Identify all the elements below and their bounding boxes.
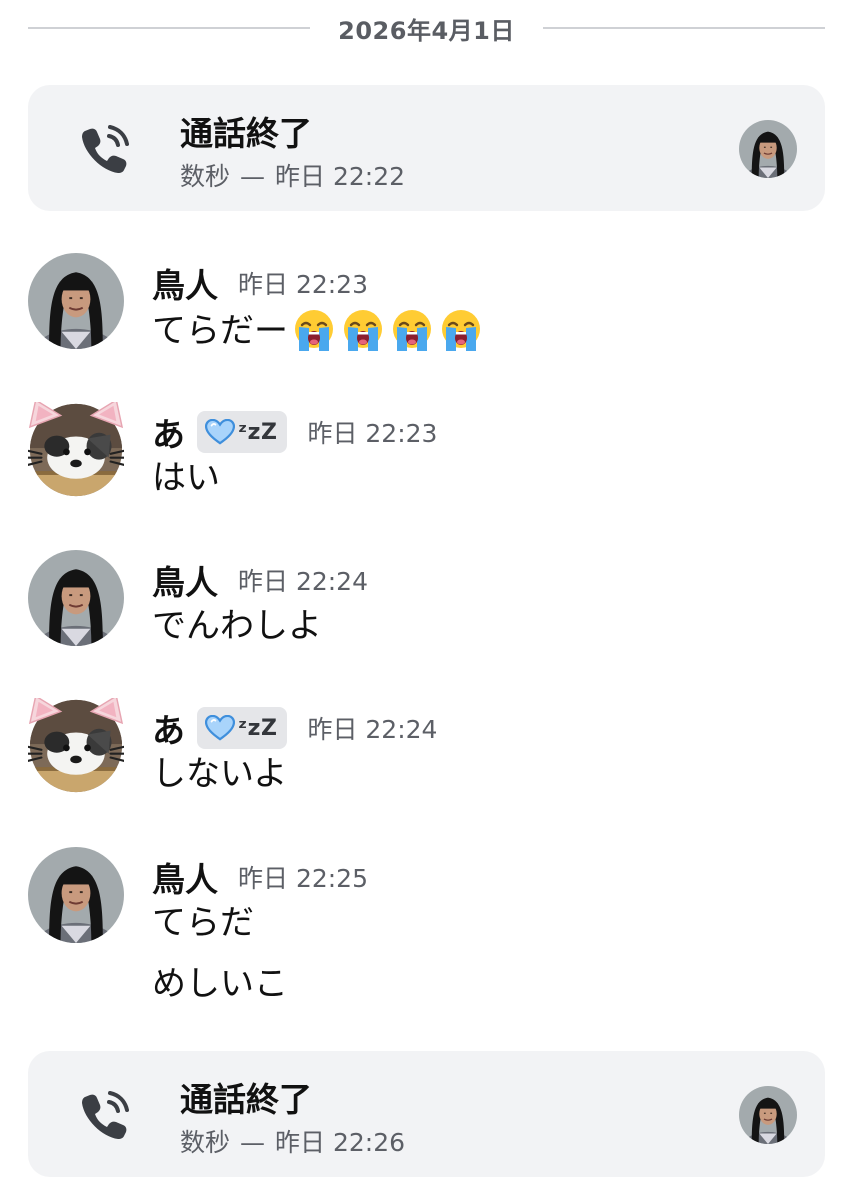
blue-heart-icon (205, 715, 235, 741)
message-group: 鳥人 昨日 22:25 てらだ めしいこ (0, 847, 853, 1017)
call-separator: — (240, 162, 266, 191)
message-line: でんわしよ (152, 606, 322, 646)
call-ended-card[interactable]: 通話終了 数秒 — 昨日 22:22 (28, 85, 825, 211)
message-line: しないよ (152, 754, 288, 794)
message-text: てらだー (152, 307, 486, 355)
message-timestamp: 昨日 22:23 (238, 270, 368, 299)
date-label: 2026年4月1日 (338, 16, 515, 45)
call-title: 通話終了 (180, 114, 312, 153)
call-separator: — (240, 1128, 266, 1157)
message-line: てらだ (152, 903, 254, 943)
message-group: あ ᶻzZ 昨日 22:23 はい (0, 402, 853, 502)
status-badge: ᶻzZ (197, 411, 288, 453)
message-header: 鳥人 昨日 22:23 (152, 259, 368, 307)
chat-log: 2026年4月1日 通話終了 数秒 — 昨日 22:22 鳥人 昨日 22:23 て… (0, 0, 853, 1200)
divider-line-right (542, 27, 826, 29)
status-badge: ᶻzZ (197, 707, 288, 749)
message-header: 鳥人 昨日 22:24 (152, 556, 368, 604)
author-name[interactable]: 鳥人 (152, 259, 218, 307)
message-text: でんわしよ (152, 604, 322, 648)
message-timestamp: 昨日 22:24 (238, 567, 368, 596)
call-duration: 数秒 (180, 1128, 231, 1157)
phone-icon (76, 1087, 132, 1143)
author-name[interactable]: 鳥人 (152, 556, 218, 604)
message-timestamp: 昨日 22:25 (238, 864, 368, 893)
message-timestamp: 昨日 22:24 (307, 715, 438, 744)
avatar[interactable] (28, 253, 124, 349)
message-line: めしいこ (152, 964, 288, 1004)
avatar[interactable] (28, 847, 124, 943)
call-time: 昨日 22:22 (275, 162, 406, 191)
emoji-group (290, 307, 486, 355)
avatar[interactable] (28, 402, 124, 498)
call-title: 通話終了 (180, 1080, 312, 1119)
loudly-crying-face-emoji (388, 307, 436, 355)
badge-label: ᶻzZ (238, 715, 278, 741)
date-divider: 2026年4月1日 (28, 8, 826, 48)
avatar[interactable] (28, 698, 124, 794)
author-name[interactable]: あ (152, 704, 185, 752)
call-participant-avatar[interactable] (739, 120, 797, 178)
message-group: 鳥人 昨日 22:23 てらだー (0, 253, 853, 353)
loudly-crying-face-emoji (290, 307, 338, 355)
message-header: あ ᶻzZ 昨日 22:23 (152, 408, 437, 456)
author-name[interactable]: 鳥人 (152, 853, 218, 901)
message-timestamp: 昨日 22:23 (307, 419, 438, 448)
message-group: 鳥人 昨日 22:24 でんわしよ (0, 550, 853, 650)
call-duration: 数秒 (180, 162, 231, 191)
divider-line-left (28, 27, 311, 29)
avatar[interactable] (28, 550, 124, 646)
message-line: てらだー (152, 311, 288, 351)
author-name[interactable]: あ (152, 408, 185, 456)
message-text: しないよ (152, 752, 287, 796)
call-details: 数秒 — 昨日 22:26 (180, 1123, 405, 1159)
badge-label: ᶻzZ (238, 419, 278, 445)
message-text: めしいこ (152, 962, 288, 1006)
message-text: てらだ (152, 901, 254, 945)
message-text: はい (152, 456, 220, 500)
message-line: はい (152, 458, 220, 498)
message-header: 鳥人 昨日 22:25 (152, 853, 368, 901)
call-details: 数秒 — 昨日 22:22 (180, 157, 405, 193)
loudly-crying-face-emoji (339, 307, 387, 355)
call-ended-card[interactable]: 通話終了 数秒 — 昨日 22:26 (28, 1051, 825, 1177)
message-group: あ ᶻzZ 昨日 22:24 しないよ (0, 698, 853, 798)
loudly-crying-face-emoji (437, 307, 485, 355)
blue-heart-icon (205, 419, 235, 445)
call-time: 昨日 22:26 (275, 1128, 406, 1157)
phone-icon (76, 121, 132, 177)
call-participant-avatar[interactable] (739, 1086, 797, 1144)
message-header: あ ᶻzZ 昨日 22:24 (152, 704, 437, 752)
